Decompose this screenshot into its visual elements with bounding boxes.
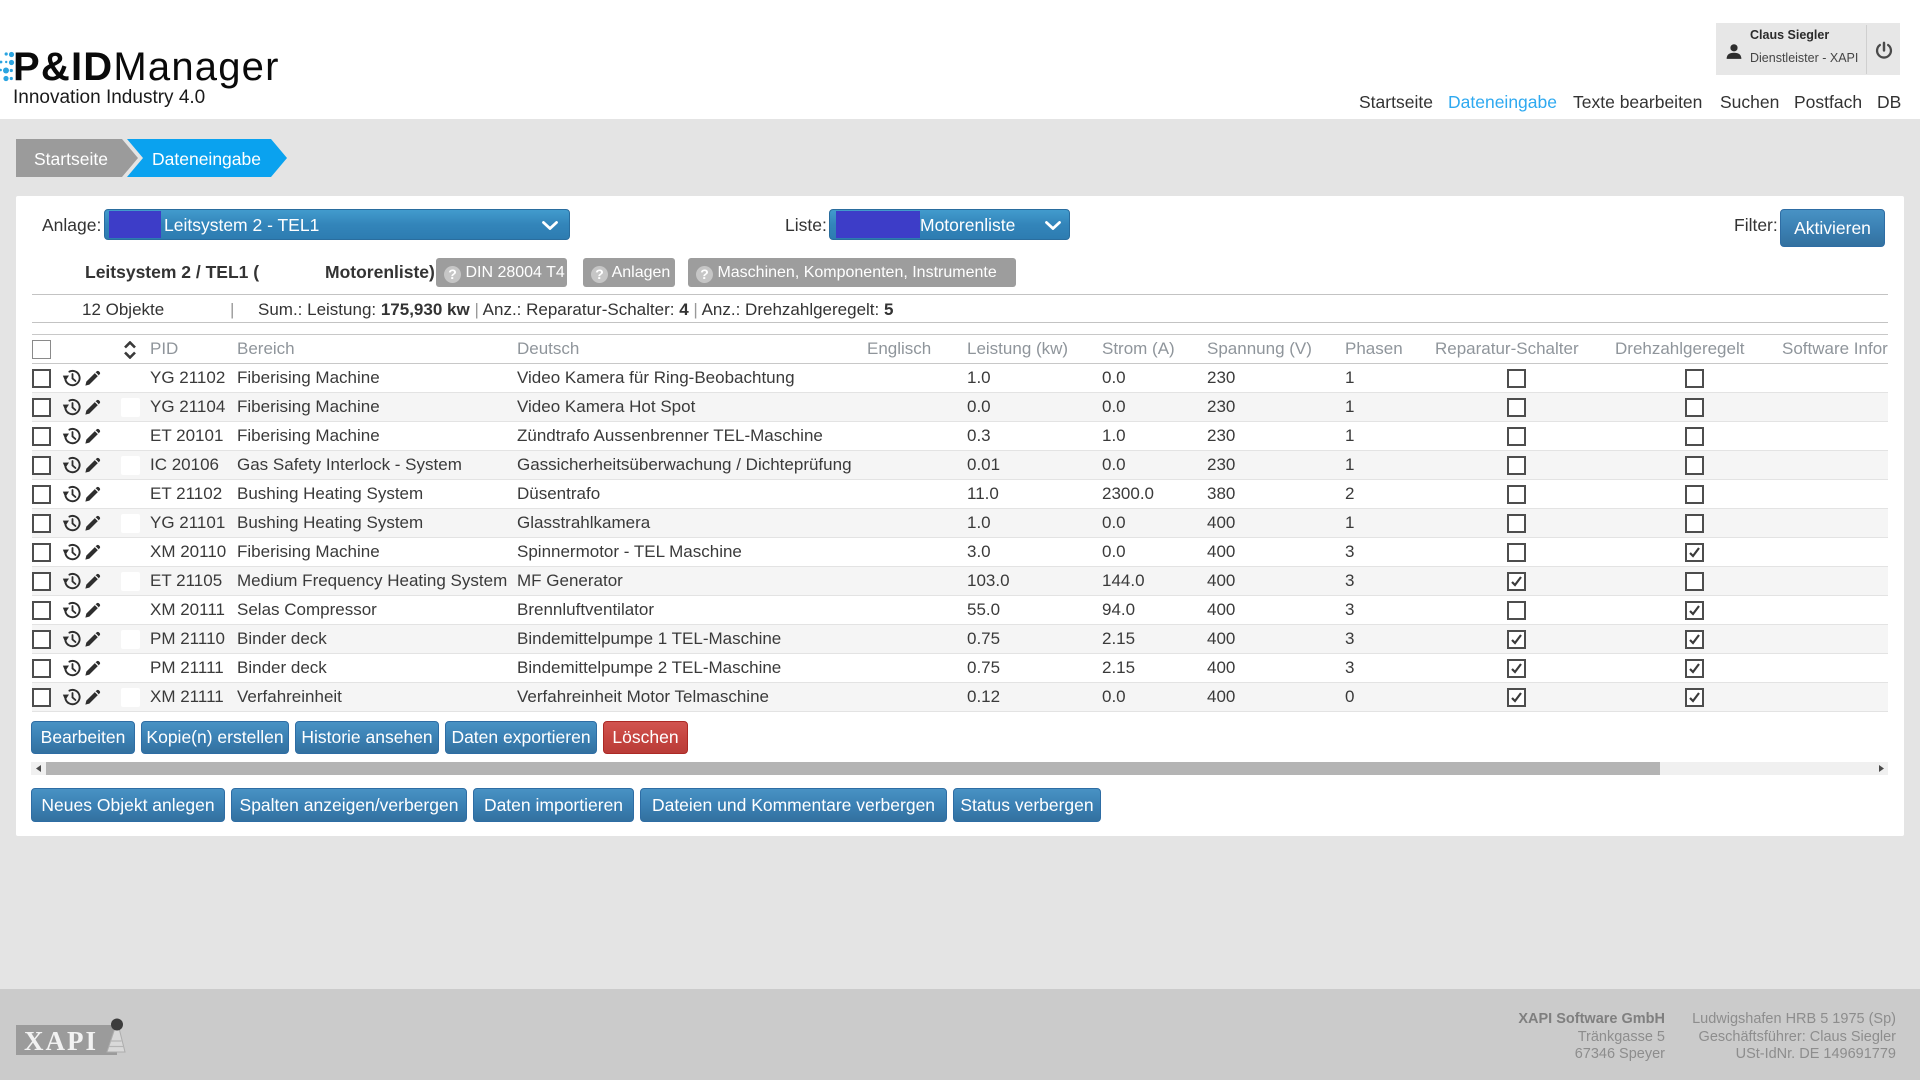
svg-text:Dateneingabe: Dateneingabe [152, 149, 261, 169]
svg-text:Startseite: Startseite [34, 149, 108, 169]
